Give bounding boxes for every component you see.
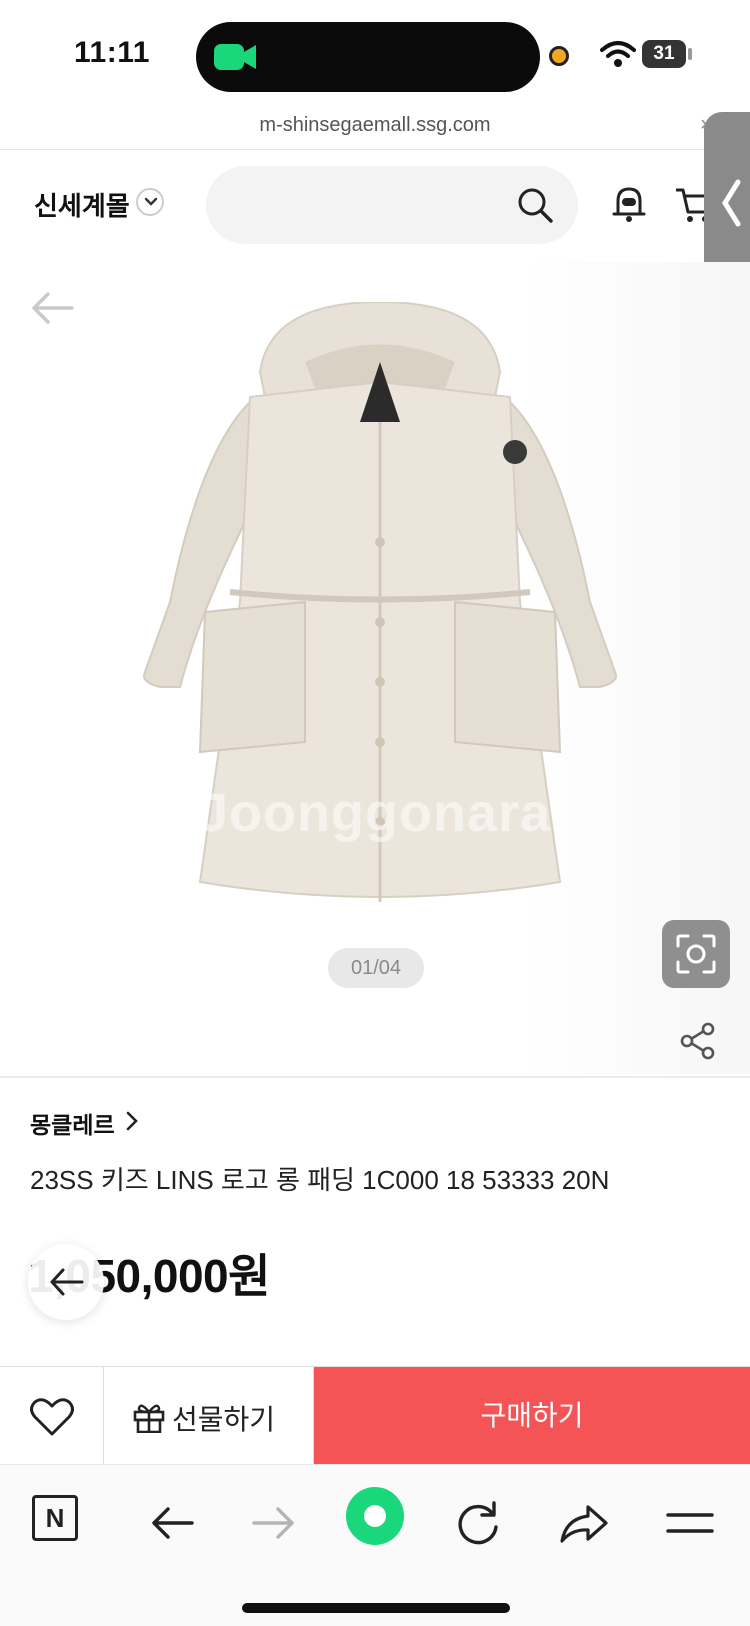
wishlist-button[interactable] [0,1367,104,1465]
battery-indicator: 31 [642,40,686,68]
section-divider [0,1076,750,1078]
search-icon[interactable] [516,186,554,224]
watermark-text: Joonggonara [198,783,552,843]
share-icon[interactable] [680,1022,716,1060]
lens-button[interactable] [662,920,730,988]
url-text[interactable]: m-shinsegaemall.ssg.com [0,114,750,137]
image-page-indicator: 01/04 [328,948,424,988]
privacy-indicator-dot [549,46,569,66]
menu-icon[interactable] [662,1495,718,1551]
green-dot-button[interactable] [346,1487,404,1545]
gift-icon [133,1404,165,1433]
heart-icon [30,1398,74,1436]
lens-icon [676,934,716,974]
chevron-right-icon[interactable] [125,1110,139,1132]
refresh-icon[interactable] [450,1495,506,1551]
bell-icon[interactable] [610,184,648,224]
site-header: 신세계몰 [0,150,750,260]
product-image-gallery[interactable]: Joonggonara 01/04 [0,262,750,1074]
back-arrow-icon [50,1268,84,1296]
chevron-down-icon[interactable] [136,188,164,216]
gift-button[interactable]: 선물하기 [104,1367,314,1465]
status-time: 11:11 [74,36,150,69]
url-bar[interactable]: m-shinsegaemall.ssg.com × [0,108,750,150]
chevron-left-icon [722,179,741,227]
share-forward-icon[interactable] [556,1495,612,1551]
wifi-icon [600,41,636,67]
site-brand-logo[interactable]: 신세계몰 [34,186,130,223]
browser-toolbar: N [0,1464,750,1626]
floating-back-button[interactable] [28,1244,104,1320]
product-title: 23SS 키즈 LINS 로고 롱 패딩 1C000 18 53333 20N [30,1165,610,1195]
search-input[interactable] [206,166,578,244]
battery-tip [688,48,692,60]
video-camera-icon [214,44,256,70]
naver-home-icon[interactable]: N [32,1495,78,1541]
back-arrow-icon[interactable] [28,288,76,328]
gift-button-label: 선물하기 [172,1404,276,1435]
status-bar: 11:11 31 [0,0,750,110]
forward-icon[interactable] [246,1495,302,1551]
buy-button[interactable]: 구매하기 [314,1367,750,1465]
back-icon[interactable] [144,1495,200,1551]
dynamic-island [196,22,540,92]
purchase-action-bar: 선물하기 구매하기 [0,1366,750,1465]
home-indicator[interactable] [242,1603,510,1613]
product-brand-link[interactable]: 몽클레르 [30,1106,115,1140]
